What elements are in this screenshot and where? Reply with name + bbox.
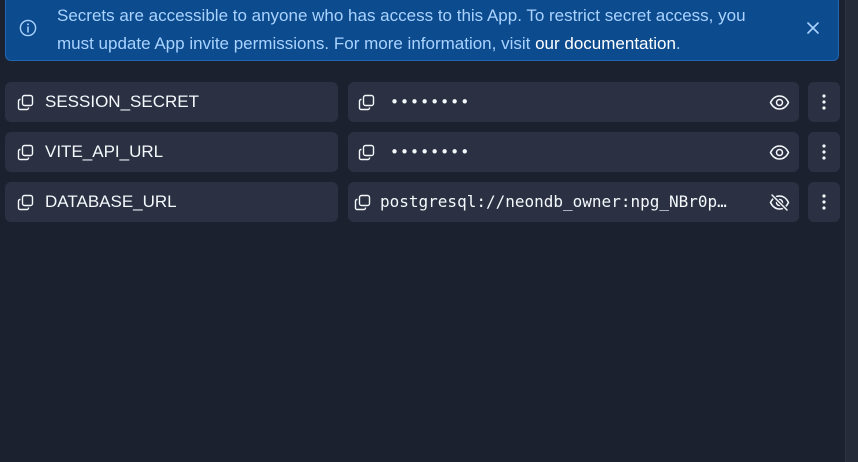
banner-message: Secrets are accessible to anyone who has… [57,2,787,58]
banner-trailing: . [675,34,681,53]
secret-value-field[interactable]: •••••••• [348,82,799,122]
secret-key-field[interactable]: SESSION_SECRET [5,82,338,122]
scrollbar-track[interactable] [845,0,858,462]
info-icon [19,19,37,37]
eye-off-icon[interactable] [769,192,790,213]
secret-row: DATABASE_URL postgresql://neondb_owner:n… [5,182,840,222]
secrets-panel: Secrets are accessible to anyone who has… [0,0,858,462]
secret-key-label: DATABASE_URL [45,192,177,211]
row-menu-button[interactable] [808,82,840,122]
more-vertical-icon [822,194,826,210]
secret-row: VITE_API_URL •••••••• [5,132,840,172]
more-vertical-icon [822,94,826,110]
copy-icon[interactable] [17,194,34,211]
secret-value-masked: •••••••• [390,93,471,111]
close-icon[interactable] [805,20,821,36]
copy-icon[interactable] [358,144,375,161]
secret-value-text: postgresql://neondb_owner:npg_NBr0p… [380,192,727,211]
copy-icon[interactable] [17,144,34,161]
documentation-link[interactable]: our documentation [535,34,676,53]
eye-icon[interactable] [769,92,790,113]
info-banner: Secrets are accessible to anyone who has… [5,0,839,61]
secret-key-field[interactable]: VITE_API_URL [5,132,338,172]
secret-key-label: VITE_API_URL [45,142,164,161]
secret-value-masked: •••••••• [390,143,471,161]
row-menu-button[interactable] [808,182,840,222]
secret-key-field[interactable]: DATABASE_URL [5,182,338,222]
more-vertical-icon [822,144,826,160]
eye-icon[interactable] [769,142,790,163]
secret-value-field[interactable]: •••••••• [348,132,799,172]
secret-key-label: SESSION_SECRET [45,92,199,111]
secret-row: SESSION_SECRET •••••••• [5,82,840,122]
copy-icon[interactable] [354,194,371,211]
copy-icon[interactable] [17,94,34,111]
copy-icon[interactable] [358,94,375,111]
secret-value-field[interactable]: postgresql://neondb_owner:npg_NBr0p… [348,182,799,222]
row-menu-button[interactable] [808,132,840,172]
